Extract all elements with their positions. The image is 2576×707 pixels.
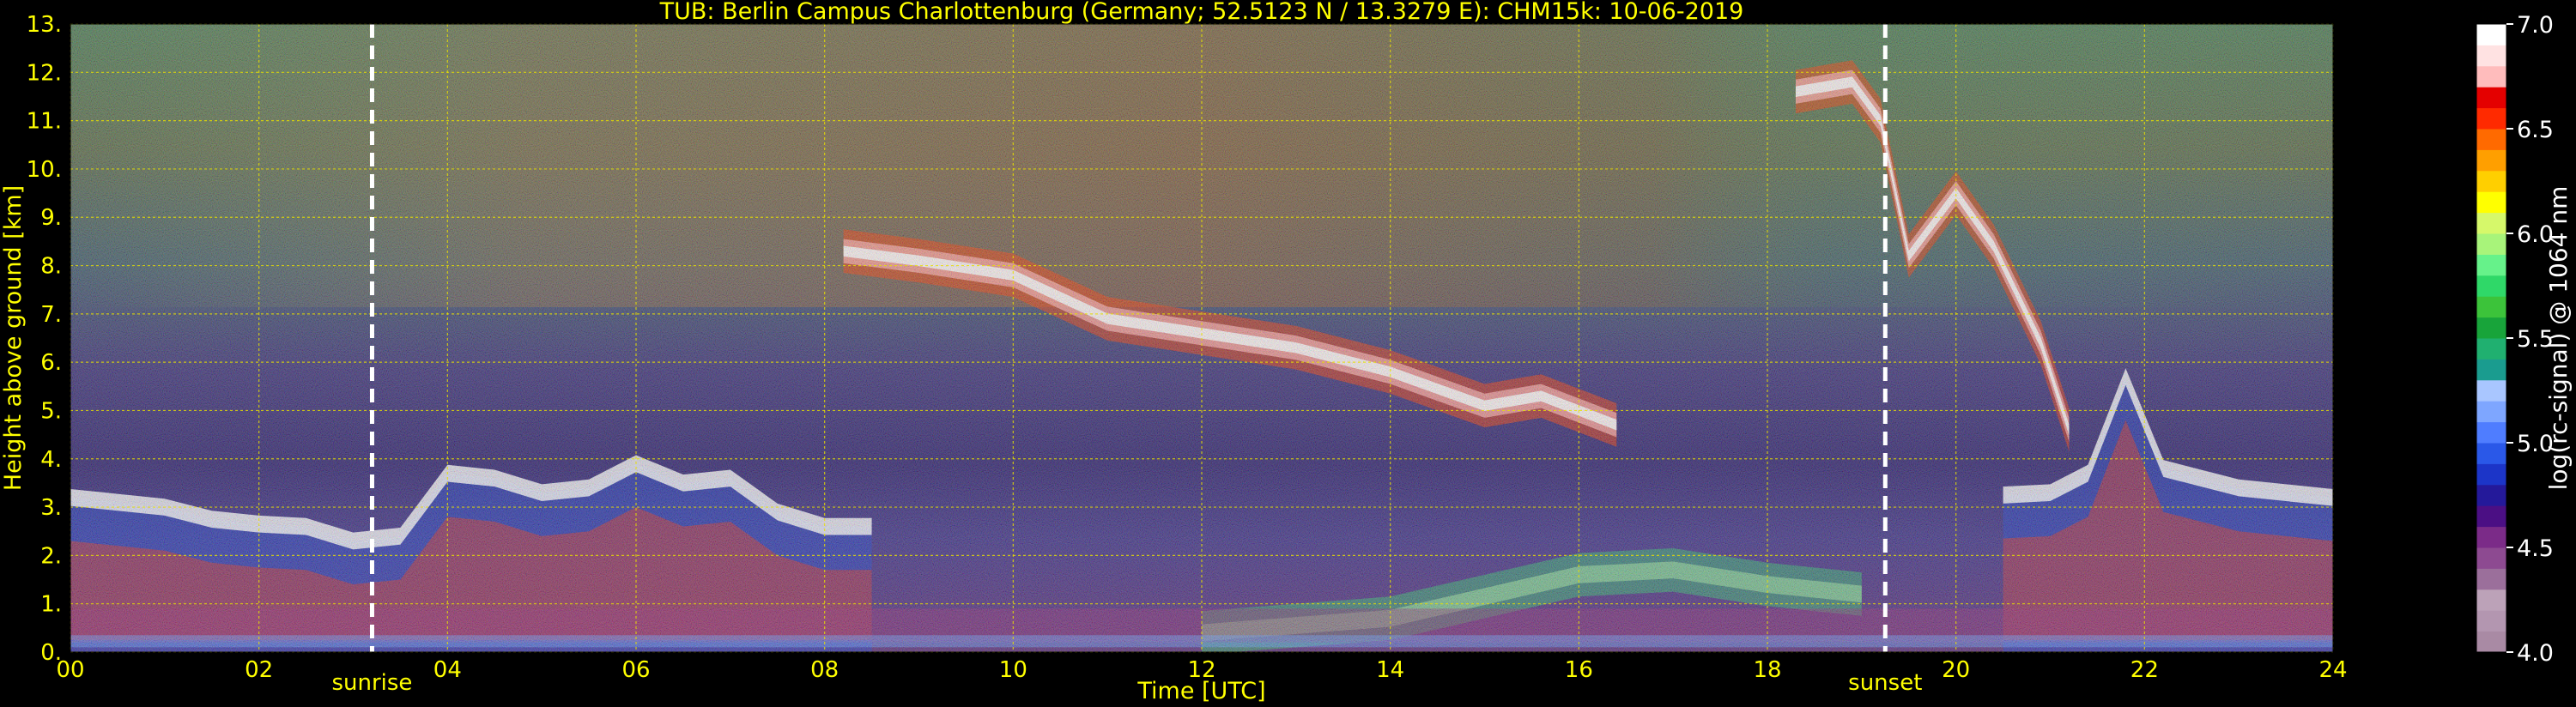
colorbar-band bbox=[2476, 610, 2506, 632]
colorbar-tick-label: 7.0 bbox=[2517, 12, 2554, 39]
colorbar-band bbox=[2476, 191, 2506, 214]
x-tick-label: 20 bbox=[1942, 657, 1970, 683]
colorbar-band bbox=[2476, 233, 2506, 255]
colorbar-band bbox=[2476, 443, 2506, 464]
colorbar-band bbox=[2476, 275, 2506, 297]
colorbar-band bbox=[2476, 254, 2506, 276]
colorbar-band bbox=[2476, 296, 2506, 318]
lidar-figure: 0.1.2.3.4.5.6.7.8.9.10.11.12.13. 00 02 04 0… bbox=[0, 0, 2573, 704]
colorbar: 4.04.55.05.56.06.57.0 log(rc-signal) @ 1… bbox=[2476, 12, 2573, 667]
y-tick-label: 11. bbox=[27, 109, 62, 135]
y-tick-label: 8. bbox=[40, 254, 62, 280]
x-tick-label: 22 bbox=[2131, 657, 2159, 683]
x-tick-label: 08 bbox=[810, 657, 839, 683]
colorbar-band bbox=[2476, 589, 2506, 611]
colorbar-band bbox=[2476, 149, 2506, 172]
colorbar-band bbox=[2476, 24, 2506, 45]
chart-title: TUB: Berlin Campus Charlottenburg (Germa… bbox=[659, 0, 1744, 25]
colorbar-band bbox=[2476, 65, 2506, 88]
x-tick-label: 14 bbox=[1376, 657, 1404, 683]
y-tick-label: 5. bbox=[40, 398, 62, 424]
event-label: sunset bbox=[1848, 670, 1922, 696]
y-tick-label: 4. bbox=[40, 447, 62, 473]
colorbar-tick-label: 6.5 bbox=[2517, 117, 2554, 143]
colorbar-band bbox=[2476, 107, 2506, 130]
colorbar-band bbox=[2476, 568, 2506, 590]
colorbar-band bbox=[2476, 401, 2506, 423]
colorbar-band bbox=[2476, 338, 2506, 360]
colorbar-band bbox=[2476, 631, 2506, 653]
colorbar-band bbox=[2476, 359, 2506, 381]
y-tick-label: 6. bbox=[40, 350, 62, 376]
colorbar-band bbox=[2476, 212, 2506, 234]
colorbar-band bbox=[2476, 547, 2506, 569]
y-tick-label: 7. bbox=[40, 302, 62, 328]
y-tick-label: 13. bbox=[27, 12, 62, 38]
colorbar-band bbox=[2476, 505, 2506, 528]
x-tick-label: 02 bbox=[245, 657, 273, 683]
x-tick-label: 24 bbox=[2318, 657, 2347, 683]
x-tick-label: 18 bbox=[1753, 657, 1781, 683]
x-axis-label: Time [UTC] bbox=[1136, 678, 1265, 704]
colorbar-band bbox=[2476, 526, 2506, 548]
colorbar-band bbox=[2476, 379, 2506, 402]
y-tick-label: 3. bbox=[40, 495, 62, 521]
colorbar-band bbox=[2476, 421, 2506, 444]
colorbar-band bbox=[2476, 129, 2506, 150]
colorbar-band bbox=[2476, 170, 2506, 192]
colorbar-band bbox=[2476, 87, 2506, 109]
x-tick-label: 06 bbox=[621, 657, 650, 683]
x-tick-label: 04 bbox=[433, 657, 462, 683]
plot-area bbox=[70, 23, 2334, 653]
colorbar-band bbox=[2476, 484, 2506, 506]
event-label: sunrise bbox=[331, 670, 412, 696]
colorbar-tick-label: 4.5 bbox=[2517, 535, 2554, 562]
colorbar-band bbox=[2476, 317, 2506, 339]
x-tick-label: 00 bbox=[56, 657, 84, 683]
y-tick-label: 2. bbox=[40, 543, 62, 569]
y-axis-label: Height above ground [km] bbox=[0, 185, 27, 491]
x-tick-label: 10 bbox=[999, 657, 1027, 683]
y-tick-label: 1. bbox=[40, 592, 62, 618]
colorbar-band bbox=[2476, 45, 2506, 67]
y-tick-label: 9. bbox=[40, 205, 62, 231]
y-tick-label: 12. bbox=[27, 60, 62, 86]
x-tick-label: 16 bbox=[1565, 657, 1593, 683]
colorbar-label: log(rc-signal) @ 1064 nm bbox=[2544, 186, 2573, 491]
colorbar-band bbox=[2476, 463, 2506, 486]
colorbar-tick-label: 4.0 bbox=[2517, 640, 2554, 667]
y-tick-label: 10. bbox=[27, 157, 62, 183]
